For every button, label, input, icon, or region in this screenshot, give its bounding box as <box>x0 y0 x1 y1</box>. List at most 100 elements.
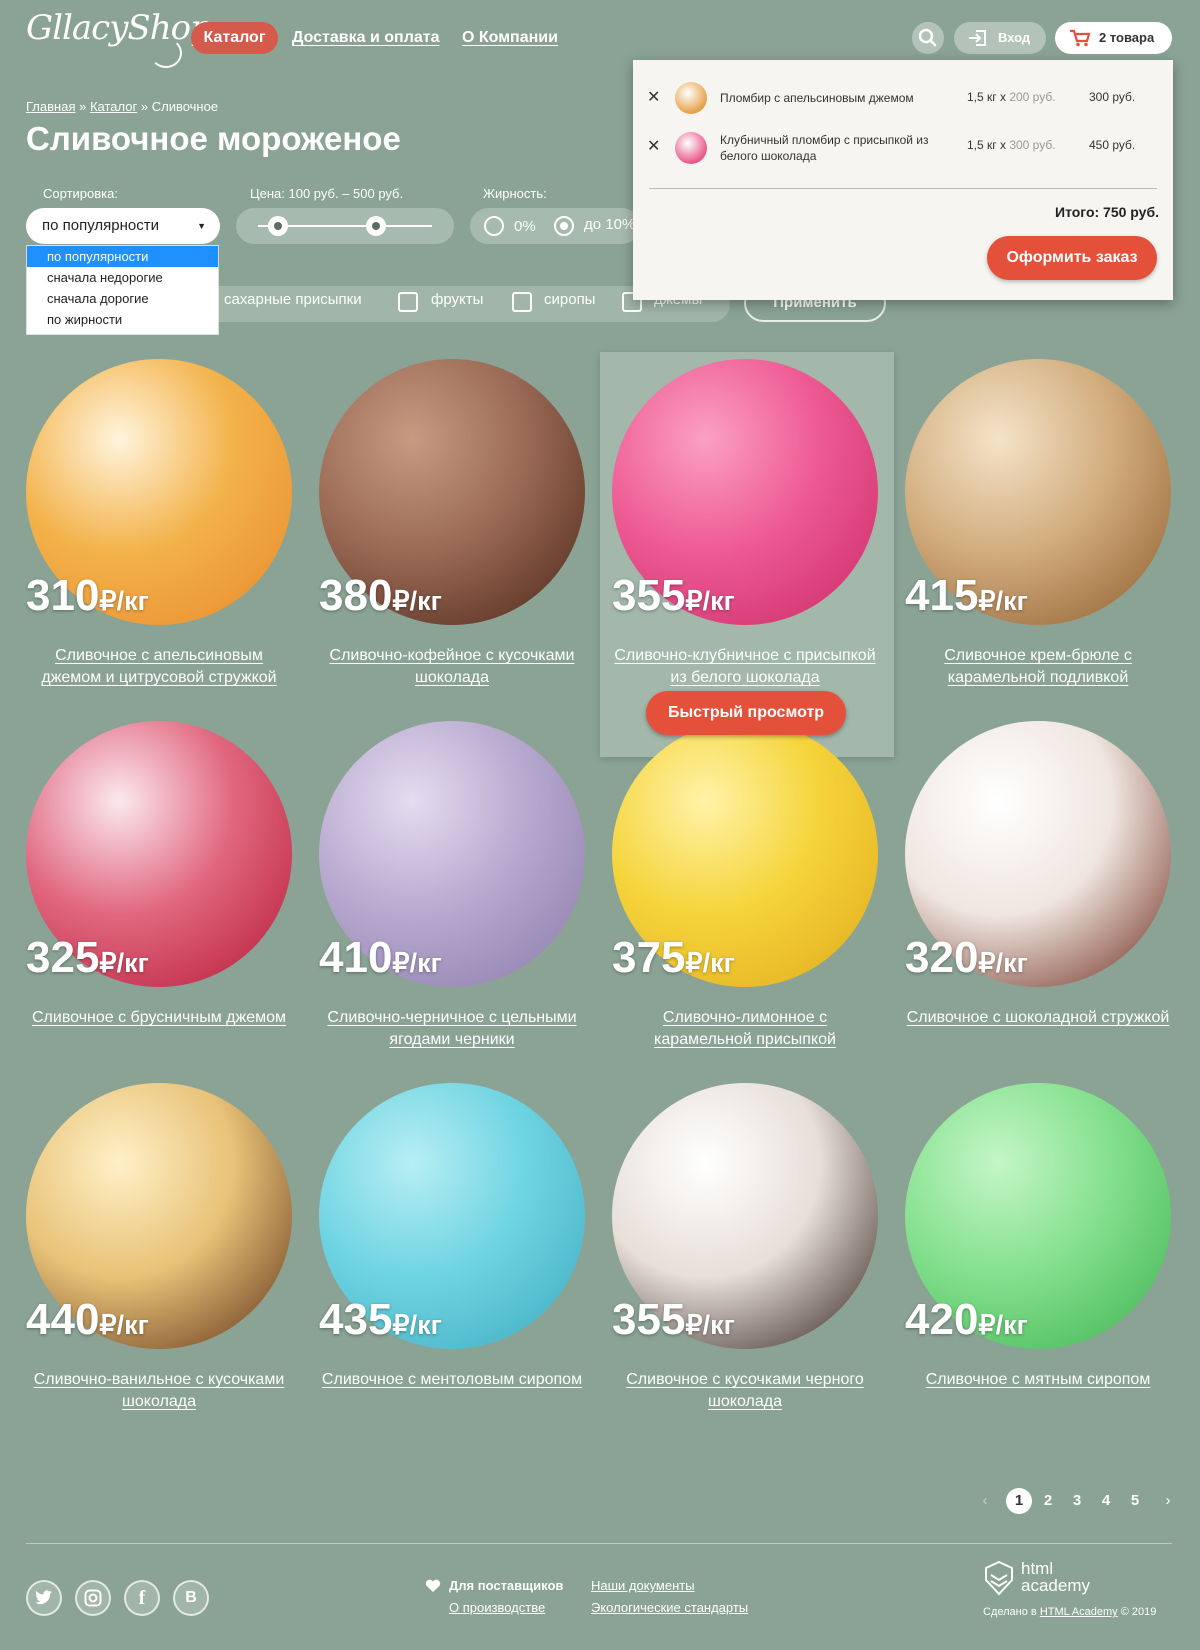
cart-item: ✕ Клубничный пломбир с присыпкой из бело… <box>633 130 1173 170</box>
product-price: 355₽/кг <box>612 571 735 620</box>
product-name-link[interactable]: Сливочное с мятным сиропом <box>905 1369 1171 1391</box>
nav-catalog[interactable]: Каталог <box>191 22 278 54</box>
nav-delivery[interactable]: Доставка и оплата <box>292 22 440 54</box>
sort-option[interactable]: по жирности <box>27 309 218 330</box>
nav-about[interactable]: О Компании <box>462 22 558 54</box>
cart-item-qty: 1,5 кг x 200 руб. <box>967 90 1056 104</box>
footer-eco-link[interactable]: Экологические стандарты <box>591 1600 748 1615</box>
breadcrumb: Главная » Каталог » Сливочное <box>26 99 218 114</box>
footer-divider <box>26 1543 1172 1544</box>
cart-item: ✕ Пломбир с апельсиновым джемом 1,5 кг x… <box>633 80 1173 116</box>
cart-icon <box>1070 29 1091 47</box>
product-name-link[interactable]: Сливочно-лимонное с карамельной присыпко… <box>612 1007 878 1051</box>
cart-count: 2 товара <box>1099 30 1155 45</box>
pagination-page[interactable]: 3 <box>1064 1488 1090 1514</box>
sort-value: по популярности <box>42 217 159 234</box>
cart-total: Итого: 750 руб. <box>1055 204 1159 220</box>
page-title: Сливочное мороженое <box>26 120 401 157</box>
pagination-page[interactable]: 4 <box>1093 1488 1119 1514</box>
vk-icon[interactable]: B <box>173 1580 209 1616</box>
breadcrumb-catalog[interactable]: Каталог <box>90 99 137 114</box>
pagination-next-icon[interactable]: › <box>1155 1488 1181 1514</box>
pagination-prev-icon[interactable]: ‹ <box>972 1488 998 1514</box>
sort-option[interactable]: сначала недорогие <box>27 267 218 288</box>
site-logo[interactable]: GllacyShop <box>26 8 212 48</box>
footer-docs-link[interactable]: Наши документы <box>591 1578 695 1593</box>
price-label: Цена: 100 руб. – 500 руб. <box>250 186 404 201</box>
product-name-link[interactable]: Сливочное с апельсиновым джемом и цитрус… <box>26 645 292 689</box>
pagination-page[interactable]: 2 <box>1035 1488 1061 1514</box>
footer-suppliers: Для поставщиков <box>449 1578 564 1593</box>
sort-label: Сортировка: <box>43 186 118 201</box>
breadcrumb-home[interactable]: Главная <box>26 99 75 114</box>
login-button[interactable]: Вход <box>954 22 1046 54</box>
product-name-link[interactable]: Сливочно-черничное с цельными ягодами че… <box>319 1007 585 1051</box>
sort-option[interactable]: сначала дорогие <box>27 288 218 309</box>
price-range-slider[interactable] <box>236 208 454 244</box>
cart-divider <box>649 188 1157 189</box>
footer-academy-link[interactable]: HTML Academy <box>1040 1606 1118 1618</box>
checkbox-syrups[interactable] <box>512 292 532 312</box>
product-price: 320₽/кг <box>905 933 1028 982</box>
cart-item-qty: 1,5 кг x 300 руб. <box>967 138 1056 152</box>
product-price: 325₽/кг <box>26 933 149 982</box>
sort-dropdown: по популярности сначала недорогие сначал… <box>26 245 219 335</box>
checkbox-label: фрукты <box>431 291 484 308</box>
product-name-link[interactable]: Сливочное крем-брюле с карамельной подли… <box>905 645 1171 689</box>
cart-item-thumb <box>675 132 707 164</box>
quick-view-button[interactable]: Быстрый просмотр <box>646 691 846 735</box>
product-name-link[interactable]: Сливочное с ментоловым сиропом <box>319 1369 585 1391</box>
product-price: 420₽/кг <box>905 1295 1028 1344</box>
academy-logo[interactable]: html academy <box>1021 1560 1121 1594</box>
checkbox-fruits[interactable] <box>398 292 418 312</box>
product-name-link[interactable]: Сливочное с шоколадной стружкой <box>905 1007 1171 1029</box>
close-icon[interactable]: ✕ <box>647 136 660 156</box>
cart-item-sum: 300 руб. <box>1089 90 1136 104</box>
cart-item-sum: 450 руб. <box>1089 138 1136 152</box>
product-price: 415₽/кг <box>905 571 1028 620</box>
search-button[interactable] <box>912 22 944 54</box>
product-price: 410₽/кг <box>319 933 442 982</box>
product-name-link[interactable]: Сливочно-ванильное с кусочками шоколада <box>26 1369 292 1413</box>
login-icon <box>969 30 986 46</box>
sort-option[interactable]: по популярности <box>27 246 218 267</box>
product-name-link[interactable]: Сливочно-клубничное с присыпкой из белог… <box>612 645 878 689</box>
checkbox-label: сиропы <box>544 291 596 308</box>
close-icon[interactable]: ✕ <box>647 87 660 107</box>
pagination-page[interactable]: 1 <box>1006 1488 1032 1514</box>
twitter-icon[interactable] <box>26 1580 62 1616</box>
facebook-icon[interactable]: f <box>124 1580 160 1616</box>
slider-min-handle[interactable] <box>268 216 288 236</box>
product-name-link[interactable]: Сливочное с кусочками черного шоколада <box>612 1369 878 1413</box>
product-price: 375₽/кг <box>612 933 735 982</box>
product-price: 310₽/кг <box>26 571 149 620</box>
sort-select[interactable]: по популярности ▼ <box>26 208 220 244</box>
fat-radio-10[interactable] <box>554 216 574 236</box>
product-price: 355₽/кг <box>612 1295 735 1344</box>
product-name-link[interactable]: Сливочно-кофейное с кусочками шоколада <box>319 645 585 689</box>
product-price: 435₽/кг <box>319 1295 442 1344</box>
cart-popup: ✕ Пломбир с апельсиновым джемом 1,5 кг x… <box>633 60 1173 300</box>
fat-label: Жирность: <box>483 186 547 201</box>
checkout-button[interactable]: Оформить заказ <box>987 236 1157 280</box>
instagram-icon[interactable] <box>75 1580 111 1616</box>
cart-item-name: Пломбир с апельсиновым джемом <box>720 91 914 105</box>
breadcrumb-sep: » <box>140 99 149 114</box>
chevron-down-icon: ▼ <box>197 221 206 231</box>
slider-max-handle[interactable] <box>366 216 386 236</box>
footer-copyright-year: © 2019 <box>1120 1606 1157 1618</box>
pagination-page[interactable]: 5 <box>1122 1488 1148 1514</box>
footer-production-link[interactable]: О производстве <box>449 1600 545 1615</box>
cart-item-name: Клубничный пломбир с присыпкой из белого… <box>720 133 929 163</box>
search-icon <box>918 28 937 47</box>
breadcrumb-current: Сливочное <box>151 99 219 114</box>
cart-button[interactable]: 2 товара <box>1055 22 1172 54</box>
checkbox-label: сахарные присыпки <box>224 291 362 308</box>
footer-copyright: Сделано в HTML Academy © 2019 <box>983 1606 1156 1618</box>
fat-filter: 0% до 10% <box>470 208 640 244</box>
fat-radio-0[interactable] <box>484 216 504 236</box>
product-name-link[interactable]: Сливочное с брусничным джемом <box>26 1007 292 1029</box>
login-label: Вход <box>998 30 1031 45</box>
product-price: 440₽/кг <box>26 1295 149 1344</box>
heart-icon <box>425 1579 441 1592</box>
